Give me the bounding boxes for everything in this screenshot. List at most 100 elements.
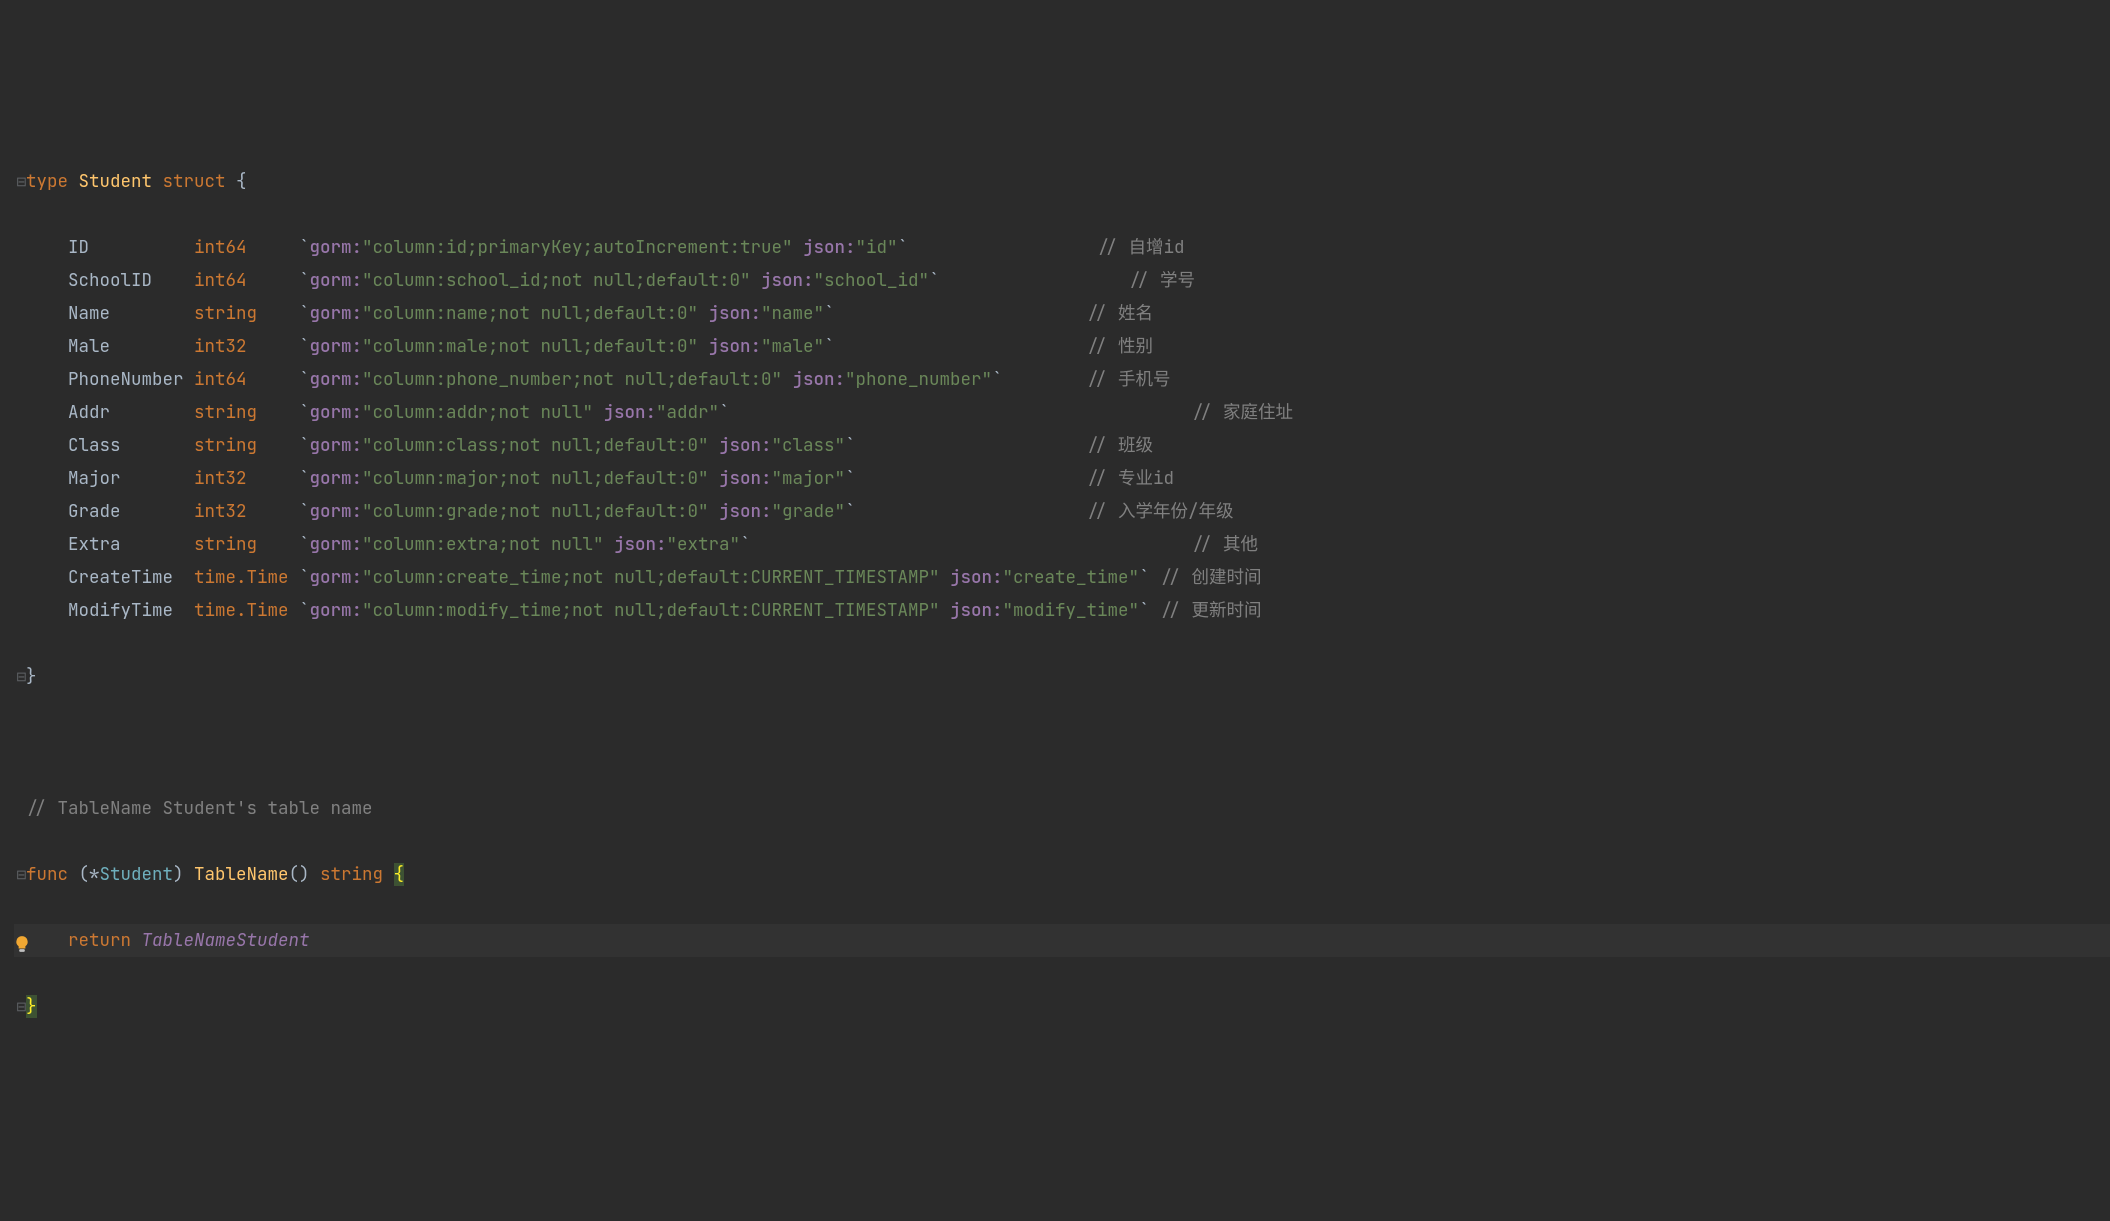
field-name: Class [68, 434, 194, 457]
field-comment: // 更新时间 [1160, 599, 1262, 622]
tag-backtick: ` [299, 302, 310, 325]
tag-key: json: [604, 401, 657, 424]
tag-backtick: ` [299, 566, 310, 589]
tag-key: gorm: [310, 434, 363, 457]
pad [751, 533, 1192, 556]
tag-value: "column:school_id;not null;default:0" [362, 269, 751, 292]
tag-key: json: [709, 302, 762, 325]
code-line: // TableName Student's table name [14, 792, 2110, 825]
parens: () [289, 863, 310, 886]
tag-key: json: [719, 500, 772, 523]
field-type: int64 [194, 269, 299, 292]
fold-icon[interactable]: ⊟ [16, 165, 27, 198]
field-type: int64 [194, 368, 299, 391]
pad [856, 434, 1087, 457]
brace: { [236, 170, 247, 193]
field-comment: // 手机号 [1087, 368, 1171, 391]
code-line: ⊟} [14, 660, 2110, 693]
tag-key: gorm: [310, 566, 363, 589]
keyword: return [68, 929, 131, 952]
struct-field-line: SchoolID int64 `gorm:"column:school_id;n… [14, 264, 2110, 297]
receiver-type: Student [100, 863, 174, 886]
code-line: ⊟func (*Student) TableName() string { [14, 858, 2110, 891]
struct-field-line: Grade int32 `gorm:"column:grade;not null… [14, 495, 2110, 528]
brace-highlight: { [394, 863, 405, 886]
tag-backtick: ` [845, 500, 856, 523]
tag-key: json: [950, 566, 1003, 589]
field-comment: // 自增id [1097, 236, 1185, 259]
tag-value: "column:id;primaryKey;autoIncrement:true… [362, 236, 793, 259]
struct-field-line: Major int32 `gorm:"column:major;not null… [14, 462, 2110, 495]
comment: // TableName Student's table name [26, 797, 373, 820]
field-comment: // 班级 [1087, 434, 1154, 457]
tag-backtick: ` [299, 533, 310, 556]
fold-icon[interactable]: ⊟ [16, 858, 27, 891]
field-type: int32 [194, 500, 299, 523]
pad [730, 401, 1192, 424]
keyword: type [26, 170, 68, 193]
field-type: time.Time [194, 599, 299, 622]
field-type: string [194, 302, 299, 325]
field-name: Male [68, 335, 194, 358]
code-line: ⊟} [14, 990, 2110, 1023]
tag-key: gorm: [310, 335, 363, 358]
field-name: CreateTime [68, 566, 194, 589]
fold-icon[interactable]: ⊟ [16, 990, 27, 1023]
field-type: string [194, 434, 299, 457]
tag-key: json: [761, 269, 814, 292]
tag-backtick: ` [898, 236, 909, 259]
field-comment: // 姓名 [1087, 302, 1154, 325]
pad [856, 500, 1087, 523]
tag-value: "create_time" [1003, 566, 1140, 589]
pad [1150, 599, 1161, 622]
tag-backtick: ` [299, 368, 310, 391]
struct-fields: ID int64 `gorm:"column:id;primaryKey;aut… [14, 231, 2110, 627]
tag-key: gorm: [310, 269, 363, 292]
tag-value: "grade" [772, 500, 846, 523]
tag-value: "major" [772, 467, 846, 490]
field-comment: // 性别 [1087, 335, 1154, 358]
tag-value: "addr" [656, 401, 719, 424]
tag-key: json: [719, 467, 772, 490]
tag-backtick: ` [992, 368, 1003, 391]
pad [1003, 368, 1087, 391]
receiver-open: (* [79, 863, 100, 886]
tag-backtick: ` [299, 500, 310, 523]
field-name: ID [68, 236, 194, 259]
field-name: Addr [68, 401, 194, 424]
tag-backtick: ` [299, 236, 310, 259]
tag-key: json: [719, 434, 772, 457]
struct-field-line: Extra string `gorm:"column:extra;not nul… [14, 528, 2110, 561]
fold-icon[interactable]: ⊟ [16, 660, 27, 693]
tag-value: "column:major;not null;default:0" [362, 467, 709, 490]
brace-highlight: } [26, 995, 37, 1018]
intention-bulb-icon[interactable] [13, 931, 31, 964]
code-editor[interactable]: ⊟type Student struct { ID int64 `gorm:"c… [0, 132, 2110, 1056]
tag-value: "column:create_time;not null;default:CUR… [362, 566, 940, 589]
tag-value: "column:name;not null;default:0" [362, 302, 698, 325]
pad [1150, 566, 1161, 589]
tag-value: "column:class;not null;default:0" [362, 434, 709, 457]
tag-value: "column:phone_number;not null;default:0" [362, 368, 782, 391]
tag-value: "class" [772, 434, 846, 457]
tag-backtick: ` [1139, 599, 1150, 622]
type-name: Student [79, 170, 153, 193]
field-type: string [194, 401, 299, 424]
tag-key: gorm: [310, 368, 363, 391]
struct-field-line: ID int64 `gorm:"column:id;primaryKey;aut… [14, 231, 2110, 264]
tag-key: json: [793, 368, 846, 391]
pad [835, 302, 1087, 325]
tag-value: "id" [856, 236, 898, 259]
return-type: string [320, 863, 383, 886]
receiver-close: ) [173, 863, 184, 886]
tag-backtick: ` [929, 269, 940, 292]
tag-key: gorm: [310, 467, 363, 490]
field-name: Major [68, 467, 194, 490]
tag-key: gorm: [310, 401, 363, 424]
struct-field-line: PhoneNumber int64 `gorm:"column:phone_nu… [14, 363, 2110, 396]
tag-backtick: ` [824, 335, 835, 358]
tag-key: json: [709, 335, 762, 358]
func-name: TableName [194, 863, 289, 886]
tag-key: gorm: [310, 302, 363, 325]
blank-line [14, 726, 2110, 759]
